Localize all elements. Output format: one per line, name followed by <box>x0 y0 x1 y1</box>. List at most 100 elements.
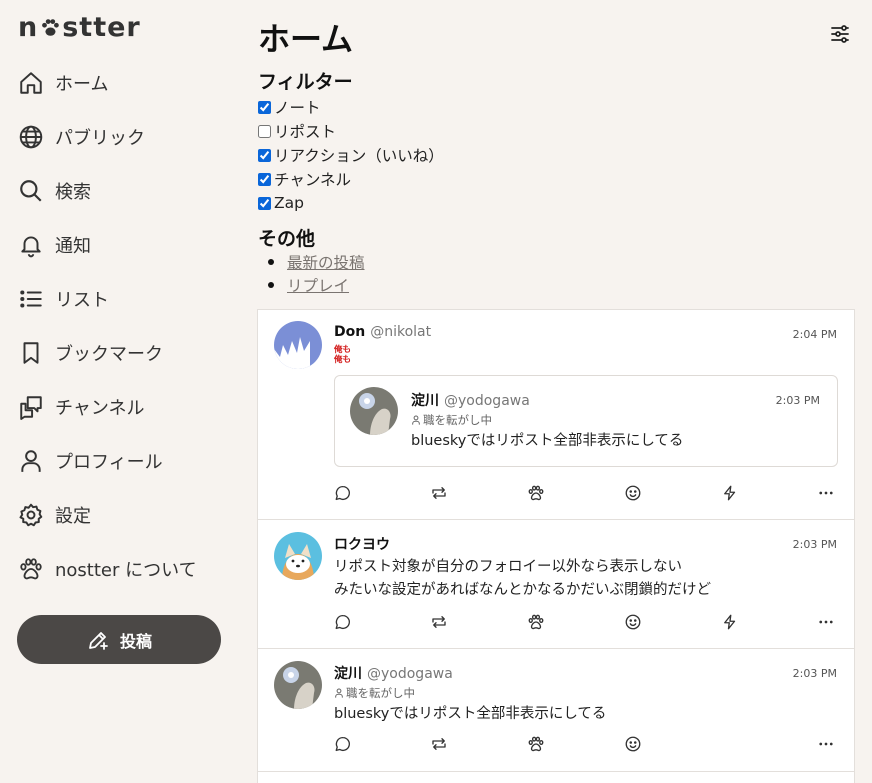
author-name[interactable]: ロクヨウ <box>334 534 390 554</box>
reply-button[interactable] <box>334 484 354 504</box>
avatar[interactable] <box>350 387 398 435</box>
author-name[interactable]: 淀川 @yodogawa <box>411 390 530 410</box>
sidebar-item-profile[interactable]: プロフィール <box>18 434 228 488</box>
more-button[interactable] <box>817 735 837 755</box>
bookmark-icon <box>23 342 39 364</box>
list-item: リプレイ <box>268 273 365 296</box>
post-button[interactable]: 投稿 <box>17 615 221 664</box>
note-time[interactable]: 2:04 PM <box>793 328 837 341</box>
filter-channel-checkbox[interactable] <box>258 172 271 186</box>
smile-icon <box>625 736 641 752</box>
sidebar-item-label: ホーム <box>55 74 109 95</box>
zap-icon <box>724 485 736 501</box>
avatar[interactable] <box>274 661 322 709</box>
paw-icon <box>528 614 544 630</box>
timeline-note[interactable]: Don @nikolat 2:04 PM 俺も 俺も 淀川 @yodogawa 2:… <box>258 310 854 520</box>
sidebar-item-about[interactable]: nostter について <box>18 542 228 596</box>
repost-icon <box>432 616 446 628</box>
note-time[interactable]: 2:03 PM <box>793 667 837 680</box>
filter-channel[interactable]: チャンネル <box>258 167 444 191</box>
sidebar-item-label: パブリック <box>55 128 145 149</box>
post-button-label: 投稿 <box>119 631 152 651</box>
latest-posts-link[interactable]: 最新の投稿 <box>287 251 365 273</box>
more-button[interactable] <box>817 484 837 504</box>
note-actions <box>334 613 838 633</box>
filter-label: ノート <box>274 99 321 117</box>
app-logo[interactable]: nostter n stter <box>18 12 141 43</box>
filter-note[interactable]: ノート <box>258 95 444 119</box>
emoji-reaction-button[interactable] <box>624 484 644 504</box>
gear-icon <box>19 503 43 527</box>
avatar-image <box>350 387 398 435</box>
reaction-button[interactable] <box>527 735 547 755</box>
bell-icon <box>21 236 41 258</box>
timeline-note[interactable]: 淀川 @yodogawa 2:03 PM 職を転がし中 blueskyではリポスト… <box>258 649 854 772</box>
filter-zap-checkbox[interactable] <box>258 196 271 210</box>
sidebar-item-bookmarks[interactable]: ブックマーク <box>18 326 228 380</box>
sidebar-nav: ホーム パブリック 検索 通知 リスト ブックマーク チャンネル プロフィール … <box>18 56 228 596</box>
page-title: ホーム <box>258 20 354 58</box>
reaction-button[interactable] <box>527 484 547 504</box>
user-icon <box>21 450 41 472</box>
avatar[interactable] <box>274 321 322 369</box>
sidebar-item-channels[interactable]: チャンネル <box>18 380 228 434</box>
filter-note-checkbox[interactable] <box>258 100 271 114</box>
filter-zap[interactable]: Zap <box>258 191 444 215</box>
replay-link[interactable]: リプレイ <box>287 274 349 296</box>
sliders-icon <box>831 25 849 43</box>
timeline-note[interactable]: ロクヨウ 2:03 PM リポスト対象が自分のフォロイー以外なら表示しない みた… <box>258 520 854 649</box>
repost-button[interactable] <box>430 484 450 504</box>
sidebar-item-label: nostter について <box>55 560 197 581</box>
repost-button[interactable] <box>430 613 450 633</box>
avatar-image <box>274 321 322 369</box>
avatar-image <box>274 661 322 709</box>
author-name[interactable]: 淀川 @yodogawa <box>334 663 453 683</box>
author-name[interactable]: Don @nikolat <box>334 324 431 340</box>
filter-reaction[interactable]: リアクション（いいね） <box>258 143 444 167</box>
channel-icon <box>20 396 42 420</box>
zap-icon <box>724 614 736 630</box>
sidebar-item-settings[interactable]: 設定 <box>18 488 228 542</box>
emoji-reaction-button[interactable] <box>624 735 644 755</box>
filter-repost[interactable]: リポスト <box>258 119 444 143</box>
note-actions <box>334 484 838 504</box>
globe-icon <box>19 125 43 149</box>
filter-label: チャンネル <box>274 171 352 189</box>
paw-logo-icon <box>42 18 60 36</box>
list-item: 最新の投稿 <box>268 250 365 273</box>
quoted-note[interactable]: 淀川 @yodogawa 2:03 PM 職を転がし中 blueskyではリポスト… <box>334 375 838 467</box>
more-icon <box>819 491 833 495</box>
filter-list: ノート リポスト リアクション（いいね） チャンネル Zap <box>258 95 444 215</box>
reply-icon <box>335 614 351 630</box>
other-links: 最新の投稿 リプレイ <box>268 250 365 296</box>
sidebar-item-public[interactable]: パブリック <box>18 110 228 164</box>
avatar[interactable] <box>274 532 322 580</box>
note-time[interactable]: 2:03 PM <box>793 538 837 551</box>
repost-button[interactable] <box>430 735 450 755</box>
repost-icon <box>432 738 446 750</box>
user-status: 職を転がし中 <box>334 685 415 701</box>
reply-button[interactable] <box>334 613 354 633</box>
zap-button[interactable] <box>721 613 741 633</box>
timeline-settings-button[interactable] <box>828 22 852 46</box>
sidebar-item-label: チャンネル <box>55 398 145 419</box>
home-icon <box>20 72 42 94</box>
note-time[interactable]: 2:03 PM <box>776 394 820 407</box>
sidebar-item-label: リスト <box>55 290 109 311</box>
note-content: リポスト対象が自分のフォロイー以外なら表示しない みたいな設定があればなんとかな… <box>334 559 711 598</box>
more-button[interactable] <box>817 613 837 633</box>
sidebar-item-label: 検索 <box>55 182 91 203</box>
timeline: Don @nikolat 2:04 PM 俺も 俺も 淀川 @yodogawa 2:… <box>257 309 855 783</box>
filter-repost-checkbox[interactable] <box>258 124 271 138</box>
emoji-reaction-button[interactable] <box>624 613 644 633</box>
sidebar-item-lists[interactable]: リスト <box>18 272 228 326</box>
filter-label: リアクション（いいね） <box>274 147 444 165</box>
zap-button[interactable] <box>721 484 741 504</box>
sidebar-item-home[interactable]: ホーム <box>18 56 228 110</box>
reaction-button[interactable] <box>527 613 547 633</box>
reply-button[interactable] <box>334 735 354 755</box>
smile-icon <box>625 614 641 630</box>
sidebar-item-notifications[interactable]: 通知 <box>18 218 228 272</box>
sidebar-item-search[interactable]: 検索 <box>18 164 228 218</box>
filter-reaction-checkbox[interactable] <box>258 148 271 162</box>
